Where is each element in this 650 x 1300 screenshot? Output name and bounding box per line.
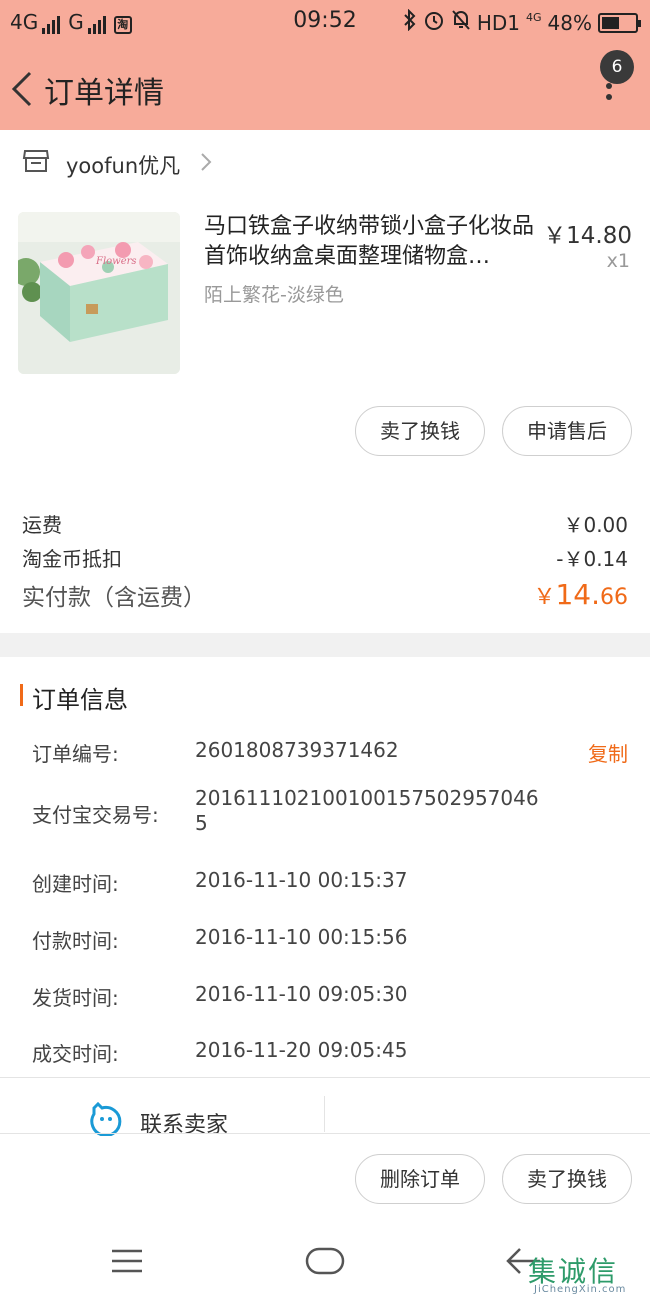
created-time-value: 2016-11-10 00:15:37 <box>195 868 408 892</box>
section-accent-bar <box>20 684 23 706</box>
completed-time-value: 2016-11-20 09:05:45 <box>195 1038 408 1062</box>
bluetooth-icon <box>403 8 417 36</box>
total-integer: 14. <box>555 578 600 611</box>
created-time-label: 创建时间: <box>32 872 119 896</box>
divider-line <box>0 1077 650 1078</box>
page-title: 订单详情 <box>44 76 164 111</box>
shipped-time-label: 发货时间: <box>32 986 119 1010</box>
order-number-label: 订单编号: <box>32 742 119 766</box>
section-divider <box>0 633 650 657</box>
alipay-trade-value: 2016111021001001575029570465 <box>195 786 539 835</box>
alipay-trade-label: 支付宝交易号: <box>32 803 159 827</box>
delete-order-button[interactable]: 删除订单 <box>355 1154 485 1204</box>
sell-for-cash-bottom-button[interactable]: 卖了换钱 <box>502 1154 632 1204</box>
coin-deduction-label: 淘金币抵扣 <box>22 547 122 571</box>
home-icon[interactable] <box>305 1246 345 1280</box>
shipping-value: ￥0.00 <box>563 513 628 537</box>
vertical-divider <box>324 1096 325 1132</box>
copy-order-number-button[interactable]: 复制 <box>588 738 628 767</box>
product-title[interactable]: 马口铁盒子收纳带锁小盒子化妆品首饰收纳盒桌面整理储物盒… <box>204 212 534 272</box>
product-sku: 陌上繁花-淡绿色 <box>204 284 344 306</box>
total-decimal: 66 <box>600 585 628 610</box>
header: 4G G 淘 09:52 HD1 4G 48% 订单详情 6 <box>0 0 650 130</box>
shop-row[interactable]: yoofun优凡 <box>0 140 650 186</box>
product-image[interactable]: Flowers <box>18 212 180 374</box>
store-icon <box>22 148 50 178</box>
watermark: 集诚信 JiChengXin.com <box>528 1250 646 1300</box>
nav-bar: 订单详情 <box>0 60 650 120</box>
contact-seller-button[interactable]: 联系卖家 <box>140 1107 228 1139</box>
chevron-right-icon <box>200 152 212 176</box>
after-sale-button[interactable]: 申请售后 <box>502 406 632 456</box>
divider-line-bottom <box>0 1133 650 1134</box>
back-arrow-icon[interactable] <box>10 70 34 112</box>
shop-name[interactable]: yoofun优凡 <box>66 150 180 180</box>
sell-for-cash-button[interactable]: 卖了换钱 <box>355 406 485 456</box>
product-image-caption: Flowers <box>95 256 137 267</box>
paid-time-label: 付款时间: <box>32 929 119 953</box>
battery-icon <box>598 12 641 33</box>
status-bar: 4G G 淘 09:52 HD1 4G 48% <box>0 0 650 44</box>
total-paid-value: ￥14.66 <box>533 578 628 611</box>
product-quantity: x1 <box>606 250 630 272</box>
coin-deduction-value: -￥0.14 <box>556 547 628 571</box>
total-currency: ￥ <box>533 585 556 610</box>
total-paid-label: 实付款（含运费） <box>22 585 206 611</box>
shipped-time-value: 2016-11-10 09:05:30 <box>195 982 408 1006</box>
shipping-label: 运费 <box>22 513 62 537</box>
battery-percent: 48% <box>547 10 592 35</box>
product-price: ￥14.80 <box>543 223 632 249</box>
watermark-subtext: JiChengXin.com <box>534 1284 627 1295</box>
paid-time-value: 2016-11-10 00:15:56 <box>195 925 408 949</box>
menu-icon[interactable] <box>110 1248 144 1278</box>
order-number-value: 2601808739371462 <box>195 738 399 762</box>
message-count-badge[interactable]: 6 <box>600 50 634 84</box>
contact-seller-icon[interactable] <box>88 1101 124 1140</box>
completed-time-label: 成交时间: <box>32 1042 119 1066</box>
network-4g-icon: 4G <box>526 11 542 24</box>
hd-indicator: HD1 <box>476 10 521 35</box>
mute-icon <box>451 9 471 36</box>
order-info-title: 订单信息 <box>32 686 128 714</box>
alarm-icon <box>423 9 445 36</box>
